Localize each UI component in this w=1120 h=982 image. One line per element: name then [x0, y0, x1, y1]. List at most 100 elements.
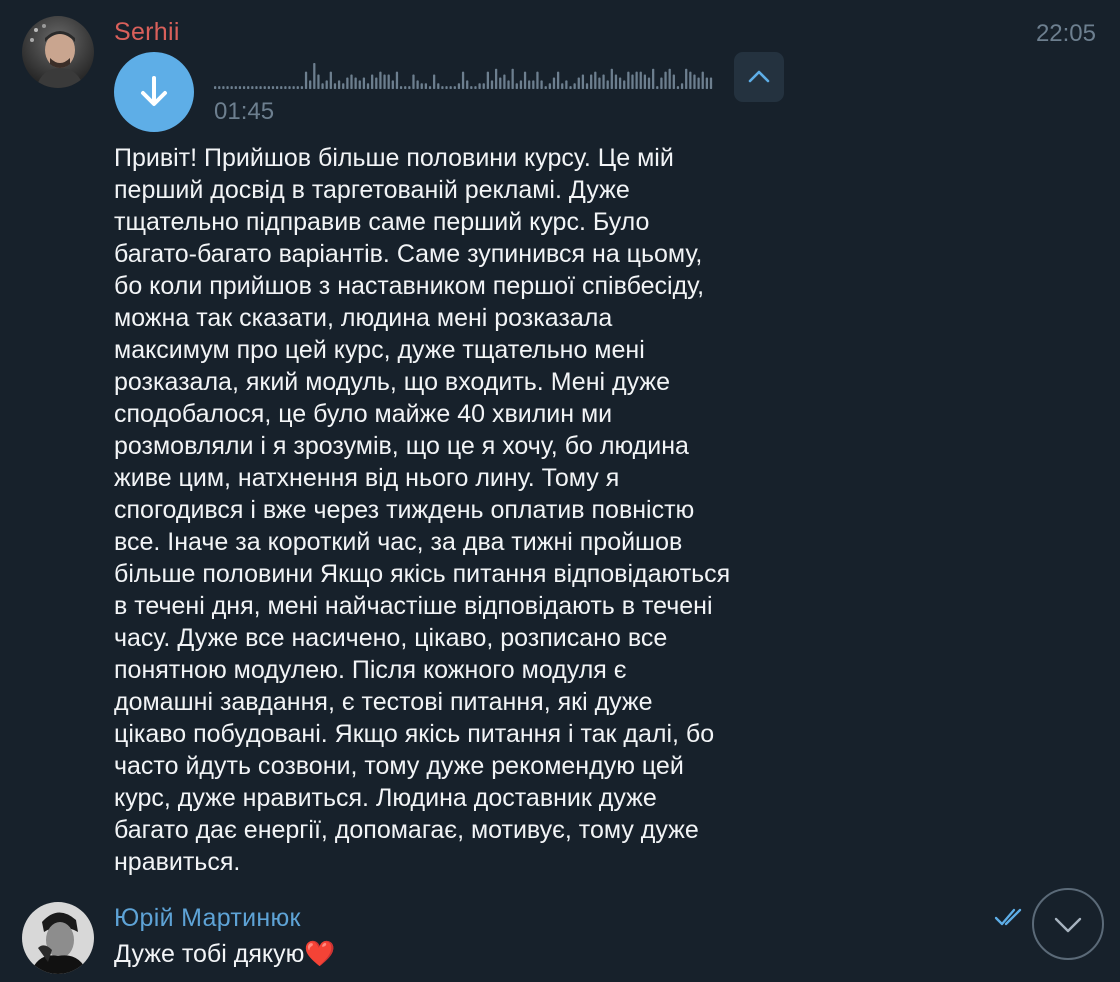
waveform-bar — [466, 80, 469, 89]
waveform-bar — [523, 71, 527, 89]
waveform-bar — [313, 63, 316, 89]
waveform-bar — [275, 86, 279, 89]
waveform-bar — [383, 74, 386, 89]
waveform-bar — [660, 77, 663, 89]
reply-text: Дуже тобі дякую — [114, 940, 305, 968]
waveform-bar — [581, 74, 585, 89]
waveform-bar — [623, 80, 626, 89]
voice-download-button[interactable] — [114, 52, 194, 132]
waveform-bar — [342, 83, 345, 89]
waveform-bar — [565, 80, 568, 89]
waveform-bar — [453, 86, 456, 89]
waveform-bar — [461, 71, 465, 89]
waveform-bar — [573, 83, 576, 89]
waveform-bar — [482, 83, 485, 89]
waveform-bar — [598, 77, 601, 89]
waveform-bar — [519, 80, 523, 89]
waveform-bar — [309, 80, 312, 89]
waveform-bar — [321, 83, 324, 89]
waveform-bar — [639, 71, 642, 89]
waveform-bar — [379, 71, 382, 89]
avatar-serhii-photo — [22, 16, 94, 88]
message-text-reply: Дуже тобі дякую❤️ — [114, 936, 335, 972]
waveform-bar — [317, 74, 320, 89]
waveform-bar — [284, 86, 287, 89]
waveform-bar — [606, 80, 609, 89]
waveform-bar — [511, 68, 514, 89]
waveform-bar — [680, 83, 684, 89]
sender-name[interactable]: Юрій Мартинюк — [114, 904, 301, 933]
waveform-bar — [672, 74, 675, 89]
waveform-bar — [247, 86, 250, 89]
waveform-bar — [292, 86, 295, 89]
waveform-bar — [391, 80, 394, 89]
avatar-yurii-photo — [22, 902, 94, 974]
waveform-bar — [507, 80, 510, 89]
waveform-bar — [230, 86, 233, 89]
waveform-bar — [647, 77, 651, 89]
waveform-bar — [614, 74, 618, 89]
avatar-yurii[interactable] — [22, 902, 94, 974]
waveform-bar — [226, 86, 229, 89]
waveform-bar — [709, 77, 713, 89]
waveform-bar — [337, 80, 341, 89]
waveform-bar — [408, 86, 411, 89]
waveform-bar — [594, 71, 597, 89]
waveform-bar — [449, 86, 452, 89]
voice-waveform[interactable] — [214, 62, 714, 90]
waveform-bar — [354, 77, 357, 89]
waveform-bar — [445, 86, 448, 89]
waveform-bar — [346, 77, 349, 89]
waveform-bar — [693, 74, 696, 89]
waveform-bar — [676, 86, 680, 89]
waveform-bar — [474, 86, 477, 89]
waveform-bar — [503, 74, 506, 89]
waveform-bar — [652, 68, 655, 89]
waveform-bar — [470, 86, 473, 89]
collapse-transcription-button[interactable] — [734, 52, 784, 102]
waveform-bar — [404, 86, 407, 89]
voice-duration: 01:45 — [214, 98, 275, 125]
scroll-down-button[interactable] — [1032, 888, 1104, 960]
avatar-serhii[interactable] — [22, 16, 94, 88]
waveform-bar — [267, 86, 270, 89]
waveform-bar — [486, 71, 489, 89]
waveform-bar — [631, 74, 634, 89]
waveform-bar — [499, 77, 502, 89]
waveform-bar — [358, 80, 361, 89]
waveform-bar — [366, 83, 370, 89]
waveform-bar — [280, 86, 283, 89]
waveform-bar — [610, 68, 613, 89]
waveform-bar — [478, 83, 481, 89]
waveform-bar — [602, 74, 605, 89]
waveform-bar — [635, 71, 638, 89]
chevron-down-icon — [1054, 917, 1082, 933]
waveform-bar — [399, 86, 403, 89]
waveform-bar — [300, 86, 304, 89]
sender-name[interactable]: Serhii — [114, 18, 180, 47]
waveform-bar — [350, 74, 353, 89]
waveform-bar — [333, 83, 337, 89]
heart-emoji: ❤️ — [304, 940, 336, 968]
waveform-bar — [441, 86, 444, 89]
waveform-bar — [214, 86, 217, 89]
waveform-bar — [437, 83, 440, 89]
waveform-bar — [218, 86, 221, 89]
waveform-bar — [420, 83, 423, 89]
waveform-bar — [428, 86, 432, 89]
waveform-bar — [234, 86, 237, 89]
waveform-bar — [329, 71, 332, 89]
message-text: Привіт! Прийшов більше половини курсу. Ц… — [114, 144, 731, 876]
waveform-bar — [251, 86, 254, 89]
waveform-bar — [689, 71, 692, 89]
waveform-bar — [556, 71, 560, 89]
waveform-bar — [259, 86, 262, 89]
waveform-bar — [697, 77, 700, 89]
waveform-bar — [288, 86, 291, 89]
waveform-bar — [412, 74, 415, 89]
waveform-bar — [416, 80, 419, 89]
waveform-bar — [540, 80, 543, 89]
waveform-bar — [577, 77, 580, 89]
waveform-bar — [222, 86, 225, 89]
waveform-bar — [515, 83, 518, 89]
